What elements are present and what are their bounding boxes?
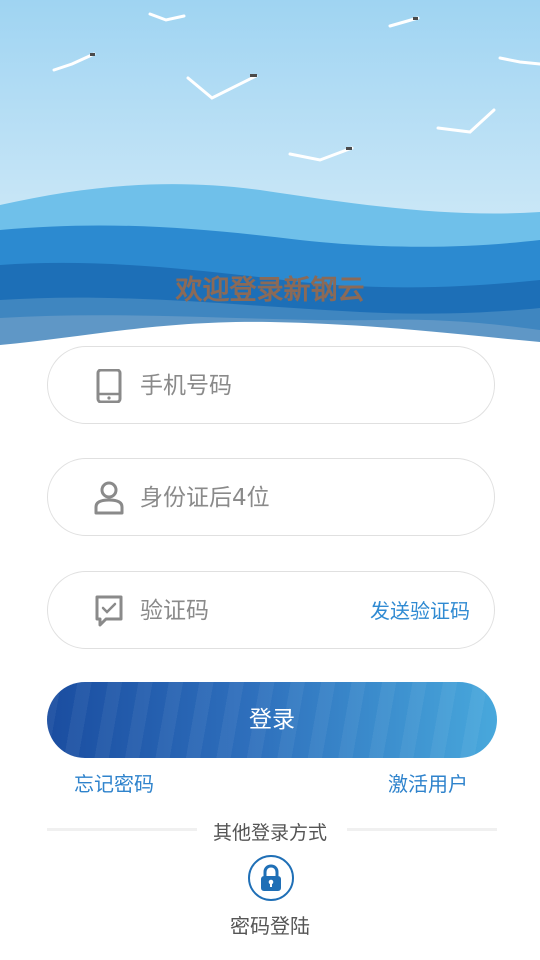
send-code-button[interactable]: 发送验证码 bbox=[370, 572, 470, 650]
login-button[interactable]: 登录 bbox=[47, 682, 497, 758]
id-placeholder: 身份证后4位 bbox=[140, 485, 270, 511]
other-login-title: 其他登录方式 bbox=[212, 822, 327, 844]
forgot-password-link[interactable]: 忘记密码 bbox=[74, 768, 154, 797]
lock-icon bbox=[261, 864, 281, 891]
id-field[interactable]: 身份证后4位 bbox=[47, 458, 495, 536]
activate-user-link[interactable]: 激活用户 bbox=[388, 768, 468, 797]
password-login-label[interactable]: 密码登陆 bbox=[0, 910, 540, 939]
code-field[interactable]: 验证码 发送验证码 bbox=[47, 571, 495, 649]
welcome-title: 欢迎登录新钢云 bbox=[175, 275, 365, 306]
phone-placeholder: 手机号码 bbox=[140, 373, 232, 399]
phone-icon bbox=[94, 368, 124, 404]
user-icon bbox=[94, 481, 124, 515]
verify-icon bbox=[94, 594, 124, 628]
password-login-button[interactable] bbox=[248, 855, 294, 901]
code-placeholder: 验证码 bbox=[140, 598, 209, 624]
phone-field[interactable]: 手机号码 bbox=[47, 346, 495, 424]
